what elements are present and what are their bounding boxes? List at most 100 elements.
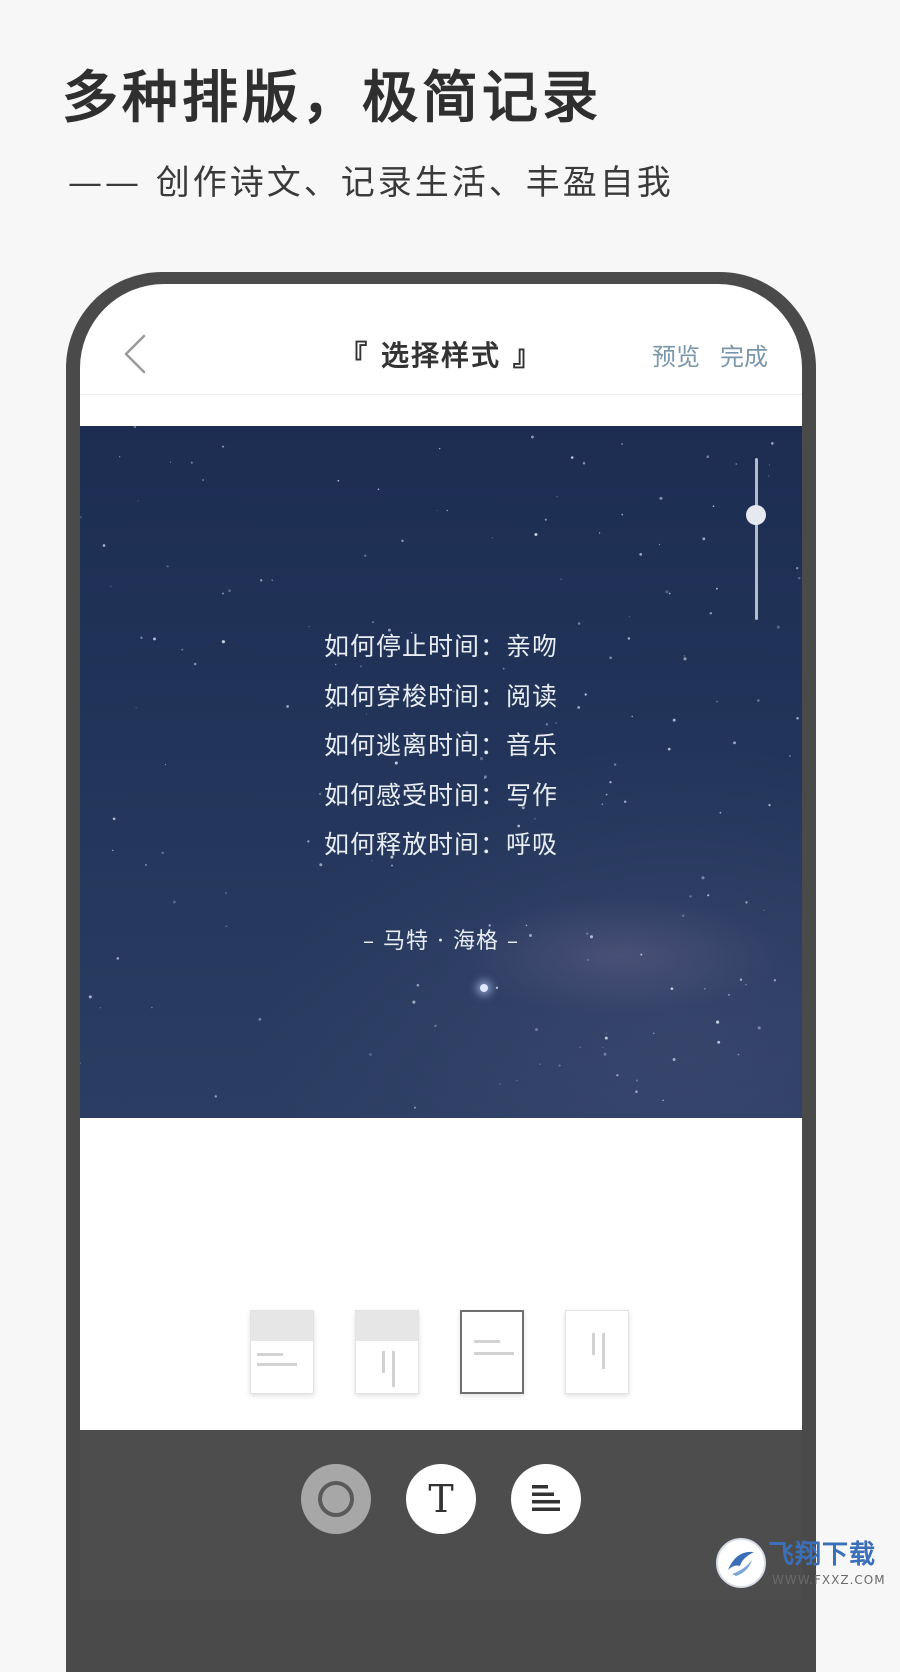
star — [689, 895, 692, 898]
star — [737, 1053, 740, 1056]
star — [190, 461, 193, 464]
watermark-logo-icon — [716, 1538, 766, 1588]
star — [639, 553, 643, 556]
star — [377, 488, 380, 490]
align-left-icon — [532, 1485, 560, 1511]
star — [491, 537, 494, 539]
done-button[interactable]: 完成 — [720, 340, 768, 374]
star — [364, 554, 367, 557]
star — [544, 518, 547, 521]
star — [119, 456, 121, 458]
poem-line: 如何穿梭时间：阅读 — [323, 681, 558, 711]
star — [436, 509, 438, 511]
layout-option-text-vertical[interactable] — [565, 1310, 629, 1394]
star — [767, 475, 770, 477]
star — [109, 585, 112, 588]
star — [560, 578, 562, 581]
star — [369, 1053, 372, 1056]
star — [88, 995, 92, 999]
star — [434, 1024, 437, 1028]
star — [795, 566, 799, 570]
star — [603, 1052, 607, 1056]
preview-button[interactable]: 预览 — [652, 340, 700, 374]
star — [681, 914, 685, 918]
star — [706, 455, 710, 459]
star — [715, 587, 718, 590]
watermark-domain: WWW.FXXZ.COM — [772, 1573, 886, 1587]
layout-option-image-top-horizontal[interactable] — [250, 1310, 314, 1394]
star — [707, 894, 710, 897]
star — [258, 1018, 262, 1021]
bottom-toolbar: T — [80, 1430, 802, 1600]
star — [137, 500, 139, 502]
star — [712, 505, 715, 508]
star — [586, 959, 589, 961]
text-t-icon: T — [428, 1477, 453, 1521]
star — [659, 543, 661, 546]
star — [672, 1058, 676, 1061]
star — [598, 532, 601, 534]
font-tool-button[interactable]: T — [406, 1464, 476, 1534]
poem-text[interactable]: 如何停止时间：亲吻 如何穿梭时间：阅读 如何逃离时间：音乐 如何感受时间：写作 … — [80, 622, 802, 870]
background-tool-button[interactable] — [301, 1464, 371, 1534]
star — [628, 616, 631, 618]
star — [539, 1063, 541, 1065]
star — [757, 1026, 761, 1030]
star — [446, 509, 449, 512]
star — [653, 1032, 655, 1034]
star — [102, 544, 106, 547]
star — [225, 892, 227, 894]
star — [172, 900, 176, 904]
star — [665, 590, 669, 594]
star — [717, 1040, 721, 1044]
star — [745, 984, 747, 986]
star — [133, 426, 137, 429]
star — [659, 496, 663, 500]
star — [558, 1064, 561, 1067]
star — [770, 442, 774, 445]
star — [412, 1000, 416, 1004]
poem-author: – 马特 · 海格 – — [363, 929, 519, 954]
star — [773, 979, 777, 982]
phone-screen: 『 选择样式 』 预览 完成 如何停止时间：亲吻 如何穿梭时间：阅读 如何逃离时… — [80, 284, 802, 1600]
star — [616, 1074, 619, 1077]
align-tool-button[interactable] — [511, 1464, 581, 1534]
star — [709, 611, 713, 615]
star — [414, 1106, 416, 1109]
star — [621, 513, 624, 516]
promo-headline: 多种排版，极简记录 — [62, 65, 602, 131]
star — [222, 445, 225, 448]
layout-option-image-top-vertical[interactable] — [355, 1310, 419, 1394]
star — [534, 532, 538, 537]
star — [716, 1020, 720, 1024]
star — [745, 901, 748, 904]
bright-star — [480, 984, 488, 992]
poem-line: 如何释放时间：呼吸 — [323, 830, 558, 859]
star — [701, 876, 705, 880]
watermark-text: 飞翔下载 — [768, 1540, 877, 1570]
star — [604, 1036, 608, 1040]
star — [80, 516, 82, 519]
poster-preview[interactable]: 如何停止时间：亲吻 如何穿梭时间：阅读 如何逃离时间：音乐 如何感受时间：写作 … — [80, 426, 802, 1118]
star — [579, 1046, 581, 1048]
star — [735, 463, 738, 465]
star — [495, 986, 499, 989]
star — [202, 479, 204, 481]
star — [582, 462, 586, 465]
star — [170, 461, 172, 463]
star — [739, 978, 743, 981]
star — [80, 1062, 81, 1065]
circle-icon — [318, 1481, 354, 1517]
star — [337, 479, 340, 482]
star — [516, 1079, 518, 1082]
star — [222, 592, 224, 595]
star — [401, 539, 404, 543]
star — [531, 435, 534, 439]
opacity-slider-thumb[interactable] — [746, 504, 766, 525]
star — [768, 464, 770, 466]
layout-option-text-horizontal[interactable] — [460, 1310, 524, 1394]
star — [556, 496, 558, 498]
star — [635, 1079, 639, 1082]
opacity-slider-track[interactable] — [755, 458, 758, 620]
layout-options — [80, 1310, 802, 1400]
